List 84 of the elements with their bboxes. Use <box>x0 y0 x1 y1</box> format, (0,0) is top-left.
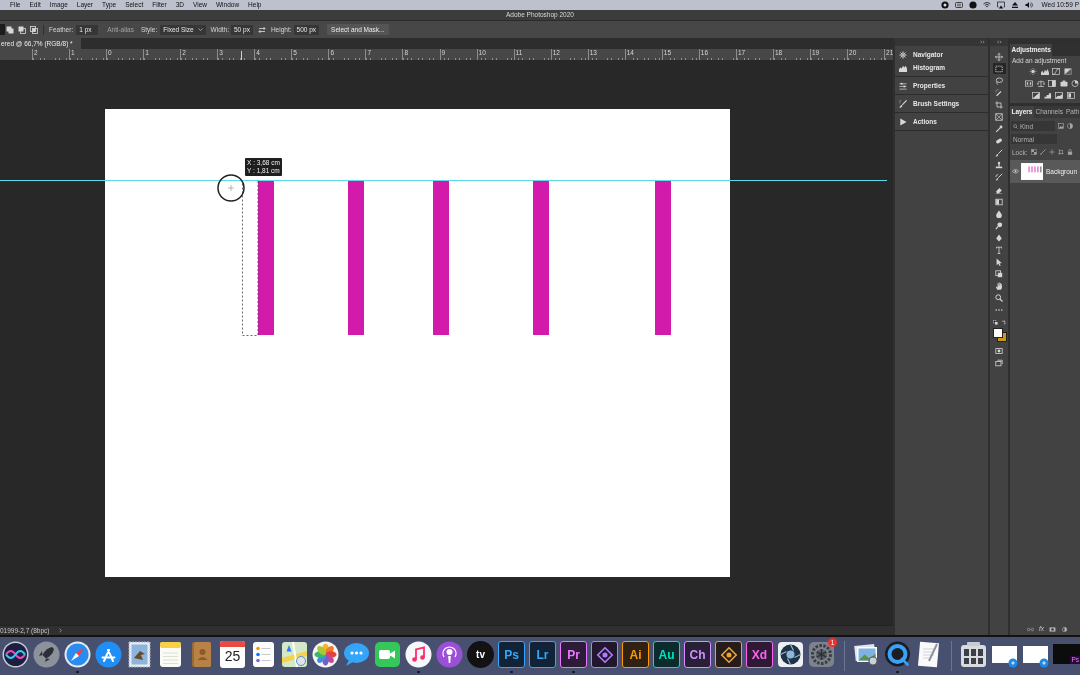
cutout-squares-icon[interactable] <box>18 25 26 34</box>
histogram-icon <box>899 63 907 72</box>
eye-icon[interactable] <box>1012 169 1019 174</box>
app-launcher[interactable]: Ps <box>498 641 525 668</box>
filled-circle-icon[interactable] <box>968 1 977 9</box>
brush-icon[interactable] <box>1039 149 1046 155</box>
brush-icon <box>899 99 907 108</box>
app-launcher[interactable]: Xd <box>746 641 773 668</box>
checklist-icon[interactable] <box>250 641 277 668</box>
grid-window-icon[interactable] <box>960 641 987 668</box>
photo-stack-icon[interactable] <box>853 641 880 668</box>
ring-icon[interactable] <box>884 641 911 668</box>
half-square-icon[interactable] <box>1048 79 1056 87</box>
hue-icon[interactable] <box>1025 79 1033 87</box>
gradient-icon[interactable] <box>992 196 1006 208</box>
search-icon <box>1013 123 1018 129</box>
scale-icon[interactable] <box>1036 79 1045 87</box>
link-icon[interactable] <box>1027 626 1034 632</box>
move-icon[interactable] <box>992 51 1006 62</box>
swap-colors-icon[interactable] <box>1000 320 1006 326</box>
merged-squares-icon[interactable] <box>6 25 14 34</box>
foreground-color-swatch[interactable] <box>993 328 1003 339</box>
quick-mask-icon[interactable] <box>992 345 1006 357</box>
aperture-icon[interactable] <box>777 641 804 668</box>
frame-icon[interactable] <box>992 111 1006 123</box>
artboard-icon[interactable] <box>1057 149 1064 155</box>
quarter-circle-icon[interactable] <box>1071 79 1079 87</box>
app-launcher[interactable]: Au <box>653 641 680 668</box>
paper-pen-icon[interactable] <box>915 641 942 668</box>
gear-icon[interactable] <box>808 641 835 668</box>
display-icon[interactable] <box>954 1 963 9</box>
gradient-map-icon[interactable] <box>1066 91 1075 99</box>
intersect-squares-icon[interactable] <box>30 25 38 34</box>
checkerboard-icon[interactable] <box>1030 149 1037 155</box>
exposure-icon[interactable] <box>1063 67 1072 75</box>
map-icon[interactable] <box>281 641 308 668</box>
compass-icon[interactable] <box>64 641 91 668</box>
rocket-icon[interactable] <box>33 641 60 668</box>
notepad-icon[interactable] <box>157 641 184 668</box>
rectangle-marquee-icon[interactable] <box>992 63 1006 75</box>
half-circle-icon[interactable] <box>1067 123 1073 129</box>
half-circle-icon[interactable] <box>1061 626 1069 632</box>
tv-launcher[interactable]: tv <box>467 641 494 668</box>
sliders-icon <box>899 81 907 90</box>
steps-icon[interactable] <box>1043 91 1052 99</box>
video-camera-icon[interactable] <box>374 641 401 668</box>
swap-arrows-icon[interactable] <box>257 25 266 34</box>
record-icon[interactable] <box>940 1 949 9</box>
chevron-right-icon[interactable] <box>58 628 62 633</box>
crop-icon[interactable] <box>992 99 1006 111</box>
position-marker <box>241 51 242 60</box>
layer-thumbnail-drawing <box>1021 163 1043 180</box>
calendar-launcher[interactable]: 25 <box>220 641 245 668</box>
music-note-icon[interactable] <box>405 641 432 668</box>
ship-wheel-icon <box>899 50 907 59</box>
levels-icon[interactable] <box>1040 67 1049 75</box>
flower-icon[interactable] <box>312 641 339 668</box>
threshold-icon[interactable] <box>1055 91 1063 99</box>
eject-icon[interactable] <box>1010 1 1019 9</box>
app-launcher[interactable]: Ch <box>684 641 711 668</box>
lock-icon[interactable] <box>1066 149 1073 155</box>
app-launcher[interactable]: Lr <box>529 641 556 668</box>
screen-share-icon[interactable] <box>996 1 1005 9</box>
image-filter-icon[interactable] <box>1058 123 1064 129</box>
curves-icon[interactable] <box>1052 67 1060 75</box>
play-icon <box>899 117 907 126</box>
letter-a-icon[interactable] <box>95 641 122 668</box>
mask-icon[interactable] <box>1049 626 1057 632</box>
wave-circle-icon[interactable] <box>2 641 29 668</box>
app-launcher[interactable]: Ai <box>622 641 649 668</box>
circle-cursor-icon <box>217 174 245 202</box>
speech-bubble-icon[interactable] <box>343 641 370 668</box>
screen-mode-icon[interactable] <box>992 357 1006 369</box>
volume-icon[interactable] <box>1024 1 1033 9</box>
camera-icon[interactable] <box>1059 79 1068 87</box>
chevron-down-icon <box>197 27 203 32</box>
microphone-icon[interactable] <box>436 641 463 668</box>
postage-stamp-icon[interactable] <box>126 641 153 668</box>
zoom-icon[interactable] <box>992 292 1006 304</box>
wifi-icon[interactable] <box>982 1 991 9</box>
invert-icon[interactable] <box>1032 91 1040 99</box>
sun-icon[interactable] <box>1029 67 1037 75</box>
default-colors-icon[interactable] <box>992 320 998 326</box>
app-launcher[interactable]: Pr <box>560 641 587 668</box>
